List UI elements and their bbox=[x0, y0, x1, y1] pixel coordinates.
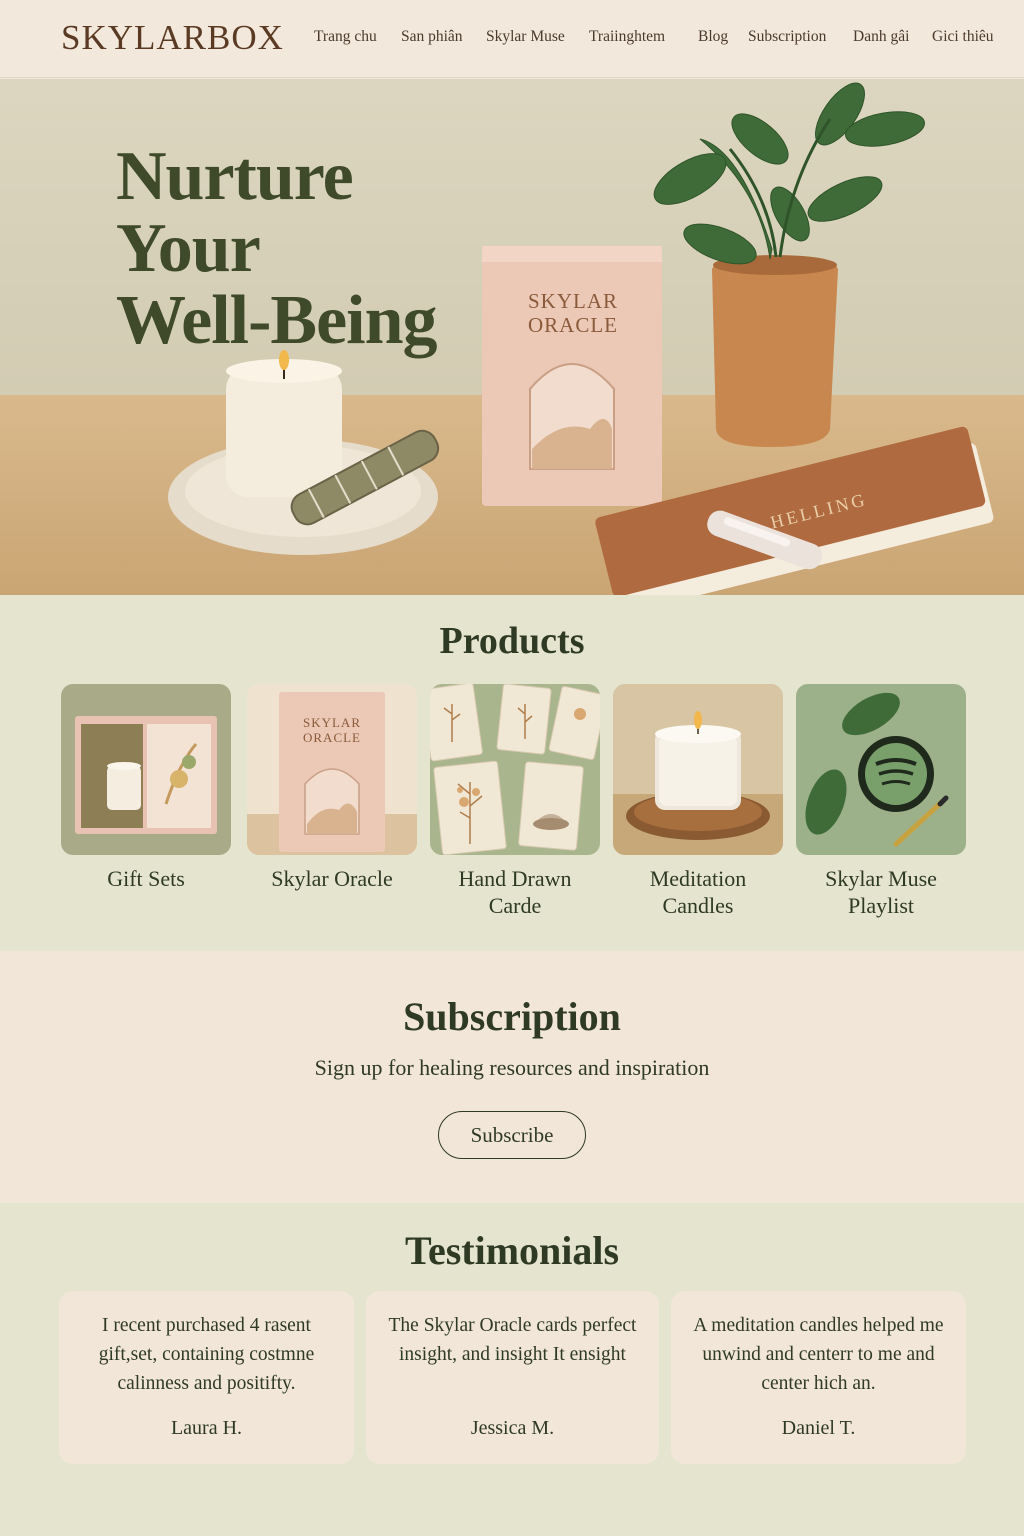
hand-drawn-cards-image bbox=[430, 684, 600, 855]
oracle-box-image: SKYLAR ORACLE bbox=[247, 684, 417, 855]
gift-set-image bbox=[61, 684, 231, 855]
oracle-box-title-line1: SKYLAR bbox=[528, 289, 618, 313]
testimonial-author: Daniel T. bbox=[781, 1417, 856, 1439]
product-label: Skylar Oracle bbox=[271, 866, 393, 891]
playlist-image bbox=[796, 684, 966, 855]
nav-item-skylar-muse[interactable]: Skylar Muse bbox=[486, 28, 565, 46]
products-title: Products bbox=[439, 620, 585, 662]
product-label: Gift Sets bbox=[107, 866, 185, 891]
product-card-hand-drawn-cards[interactable]: Hand Drawn Carde bbox=[430, 684, 600, 919]
candle-image bbox=[613, 684, 783, 855]
subscribe-button[interactable]: Subscribe bbox=[438, 1111, 586, 1159]
main-nav: Trang chu San phiân Skylar Muse Traiingh… bbox=[0, 28, 1024, 48]
hero-banner: SKYLAR ORACLE HELLING Nurture Your Well-… bbox=[0, 79, 1024, 595]
product-label: Meditation Candles bbox=[649, 866, 747, 918]
testimonials-title: Testimonials bbox=[404, 1228, 620, 1273]
nav-item-products[interactable]: San phiân bbox=[401, 28, 463, 46]
nav-item-about[interactable]: Gici thiêu bbox=[932, 28, 994, 46]
product-card-meditation-candles[interactable]: Meditation Candles bbox=[613, 684, 783, 919]
oracle-box-line1: SKYLAR bbox=[303, 715, 361, 730]
testimonial-card: The Skylar Oracle cards perfect insight,… bbox=[366, 1291, 659, 1464]
hero-title-line-2: Your bbox=[116, 210, 261, 287]
testimonial-quote: I recent purchased 4 rasent gift,set, co… bbox=[98, 1315, 315, 1394]
product-label: Hand Drawn Carde bbox=[458, 866, 572, 918]
product-card-gift-sets[interactable]: Gift Sets bbox=[61, 684, 231, 892]
nav-item-subscription[interactable]: Subscription bbox=[748, 28, 826, 46]
subscription-title: Subscription bbox=[403, 994, 621, 1039]
testimonial-author: Jessica M. bbox=[470, 1417, 555, 1439]
products-section: Products Gift Sets SKYLAR ORACLE Skylar … bbox=[0, 595, 1024, 951]
product-card-skylar-oracle[interactable]: SKYLAR ORACLE Skylar Oracle bbox=[247, 684, 417, 892]
oracle-box-title-line2: ORACLE bbox=[528, 313, 618, 337]
subscription-description: Sign up for healing resources and inspir… bbox=[314, 1055, 710, 1080]
testimonial-card: A meditation candles helped me unwind an… bbox=[671, 1291, 966, 1464]
testimonial-quote: The Skylar Oracle cards perfect insight,… bbox=[388, 1315, 637, 1365]
nav-item-home[interactable]: Trang chu bbox=[314, 28, 377, 46]
hero-title: Nurture Your Well-Being bbox=[116, 141, 496, 357]
nav-item-blog[interactable]: Blog bbox=[698, 28, 728, 46]
hero-title-line-3: Well-Being bbox=[116, 282, 438, 359]
testimonials-section: Testimonials I recent purchased 4 rasent… bbox=[0, 1203, 1024, 1536]
testimonial-author: Laura H. bbox=[170, 1417, 243, 1439]
site-header: SKYLARBOX Trang chu San phiân Skylar Mus… bbox=[0, 0, 1024, 78]
testimonial-quote: A meditation candles helped me unwind an… bbox=[693, 1315, 944, 1394]
product-label: Skylar Muse Playlist bbox=[825, 866, 937, 918]
product-card-skylar-muse-playlist[interactable]: Skylar Muse Playlist bbox=[796, 684, 966, 919]
subscription-section: Subscription Sign up for healing resourc… bbox=[0, 951, 1024, 1203]
testimonial-card: I recent purchased 4 rasent gift,set, co… bbox=[59, 1291, 354, 1464]
nav-item-experience[interactable]: Traiinghtem bbox=[589, 28, 665, 46]
nav-item-reviews[interactable]: Danh gâi bbox=[853, 28, 909, 46]
oracle-box-line2: ORACLE bbox=[303, 730, 361, 745]
hero-title-line-1: Nurture bbox=[116, 138, 354, 215]
